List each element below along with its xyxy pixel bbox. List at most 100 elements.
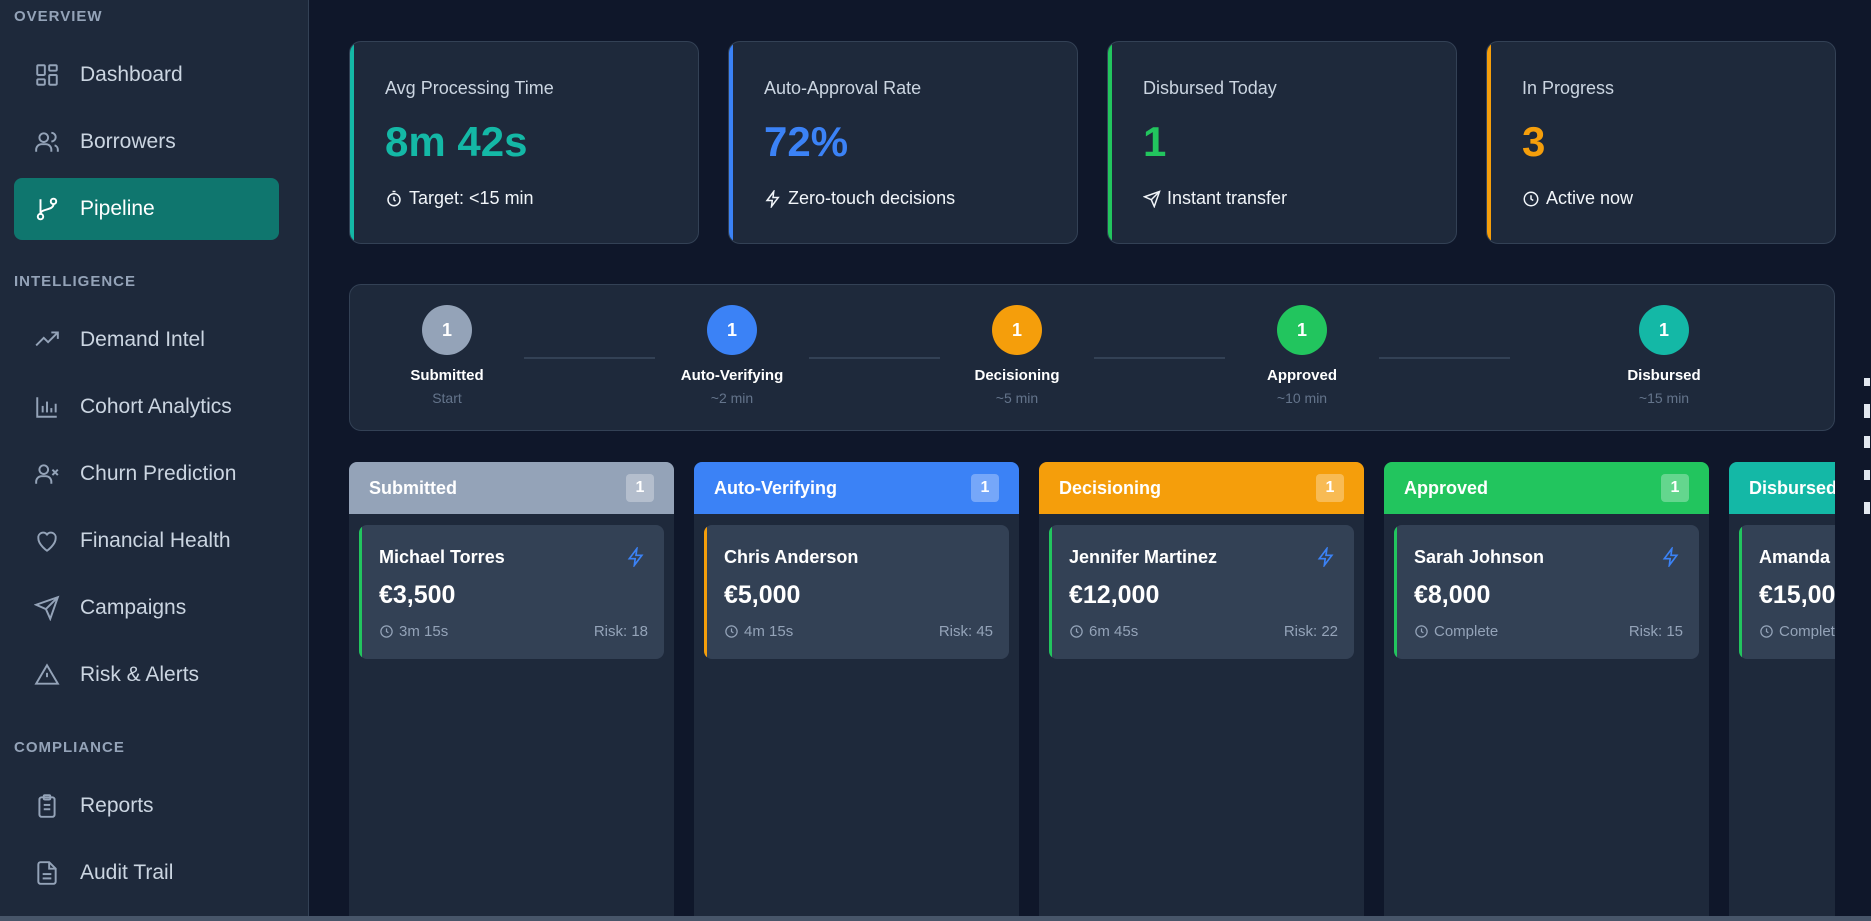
step-name: Decisioning — [974, 367, 1060, 384]
step-name: Disbursed — [1627, 367, 1701, 384]
elapsed-time-label: 4m 15s — [744, 623, 794, 640]
stat-card-auto-approval: Auto-Approval Rate 72% Zero-touch decisi… — [728, 41, 1078, 244]
sidebar-item-label: Demand Intel — [80, 328, 205, 351]
column-title: Submitted — [369, 477, 457, 498]
column-title: Disbursed — [1749, 477, 1835, 498]
stat-value: 8m 42s — [385, 118, 528, 165]
card-accent — [350, 42, 354, 243]
step-time: ~15 min — [1638, 390, 1690, 406]
loan-amount: €15,00 — [1759, 581, 1835, 609]
sidebar-item-label: Pipeline — [80, 197, 155, 220]
step-name: Approved — [1266, 367, 1337, 384]
sidebar-item-risk-alerts[interactable]: Risk & Alerts — [14, 644, 279, 706]
stat-label: In Progress — [1522, 78, 1615, 98]
stat-subtext: Target: <15 min — [385, 188, 534, 209]
elapsed-time: 6m 45s — [1069, 623, 1138, 640]
loan-amount: €3,500 — [379, 581, 456, 609]
elapsed-time-label: Complete — [1434, 623, 1499, 640]
clock-icon — [1414, 624, 1429, 639]
step-auto-verifying: 1 Auto-Verifying ~2 min — [662, 305, 802, 406]
sidebar-item-label: Reports — [80, 794, 154, 817]
elapsed-time-label: Complet — [1779, 623, 1835, 640]
clock-icon — [1069, 624, 1084, 639]
user-x-icon — [34, 461, 60, 487]
step-name: Auto-Verifying — [680, 367, 784, 384]
edge-mark — [1864, 436, 1870, 448]
zap-icon — [1661, 547, 1681, 567]
heart-icon — [34, 528, 60, 554]
clock-icon — [1759, 624, 1774, 639]
step-count-badge: 1 — [422, 305, 472, 355]
window-bottom-border — [0, 916, 1871, 921]
step-disbursed: 1 Disbursed ~15 min — [1594, 305, 1734, 406]
step-connector — [809, 357, 940, 359]
sidebar-item-borrowers[interactable]: Borrowers — [14, 111, 279, 173]
stat-label: Disbursed Today — [1143, 78, 1277, 98]
card-accent — [1487, 42, 1491, 243]
sidebar-item-cohort-analytics[interactable]: Cohort Analytics — [14, 376, 279, 438]
clipboard-icon — [34, 793, 60, 819]
step-submitted: 1 Submitted Start — [377, 305, 517, 406]
clock-icon — [724, 624, 739, 639]
trending-up-icon — [34, 327, 60, 353]
loan-card[interactable]: Michael Torres €3,500 3m 15s Risk: 18 — [359, 525, 664, 659]
elapsed-time: Complet — [1759, 623, 1835, 640]
clock-icon — [1522, 190, 1540, 208]
elapsed-time-label: 6m 45s — [1089, 623, 1139, 640]
sidebar-item-financial-health[interactable]: Financial Health — [14, 510, 279, 572]
kanban-column-disbursed: Disbursed 1 Amanda €15,00 Complet — [1729, 462, 1835, 916]
sidebar-item-reports[interactable]: Reports — [14, 775, 279, 837]
step-name: Submitted — [410, 367, 484, 384]
risk-score: Risk: 18 — [593, 623, 648, 640]
column-header: Auto-Verifying 1 — [694, 462, 1019, 514]
step-connector — [524, 357, 655, 359]
loan-card[interactable]: Sarah Johnson €8,000 Complete Risk: 15 — [1394, 525, 1699, 659]
sidebar-item-churn-prediction[interactable]: Churn Prediction — [14, 443, 279, 505]
loan-amount: €5,000 — [724, 581, 801, 609]
stat-subtext: Instant transfer — [1143, 188, 1287, 209]
stat-subtext: Active now — [1522, 188, 1633, 209]
dashboard-icon — [34, 62, 60, 88]
card-status-bar — [1739, 525, 1742, 659]
elapsed-time: 4m 15s — [724, 623, 793, 640]
column-header: Disbursed 1 — [1729, 462, 1835, 514]
loan-card[interactable]: Jennifer Martinez €12,000 6m 45s Risk: 2… — [1049, 525, 1354, 659]
edge-mark — [1864, 378, 1870, 386]
loan-card[interactable]: Amanda €15,00 Complet — [1739, 525, 1835, 659]
stat-subtext-label: Instant transfer — [1167, 188, 1288, 208]
send-icon — [34, 595, 60, 621]
zap-icon — [764, 189, 782, 208]
edge-mark — [1864, 470, 1870, 480]
pipeline-stepper: 1 Submitted Start 1 Auto-Verifying ~2 mi… — [349, 284, 1835, 431]
sidebar-item-label: Audit Trail — [80, 861, 174, 884]
stat-subtext-label: Active now — [1546, 188, 1634, 208]
stat-subtext: Zero-touch decisions — [764, 188, 955, 209]
column-header: Approved 1 — [1384, 462, 1709, 514]
sidebar-item-audit-trail[interactable]: Audit Trail — [14, 842, 279, 904]
column-title: Auto-Verifying — [714, 477, 838, 498]
sidebar-item-dashboard[interactable]: Dashboard — [14, 44, 279, 106]
sidebar-item-label: Risk & Alerts — [80, 663, 200, 686]
sidebar-item-pipeline[interactable]: Pipeline — [14, 178, 279, 240]
card-status-bar — [704, 525, 707, 659]
elapsed-time: Complete — [1414, 623, 1498, 640]
column-header: Submitted 1 — [349, 462, 674, 514]
stat-subtext-label: Zero-touch decisions — [788, 188, 956, 208]
elapsed-time: 3m 15s — [379, 623, 448, 640]
alert-triangle-icon — [34, 662, 60, 688]
step-time: ~5 min — [995, 390, 1039, 406]
card-status-bar — [1049, 525, 1052, 659]
zap-icon — [1316, 547, 1336, 567]
sidebar-item-demand-intel[interactable]: Demand Intel — [14, 309, 279, 371]
kanban-column-submitted: Submitted 1 Michael Torres €3,500 3m 15s… — [349, 462, 674, 916]
stat-card-in-progress: In Progress 3 Active now — [1486, 41, 1836, 244]
section-label-intelligence: INTELLIGENCE — [14, 273, 137, 290]
step-count-badge: 1 — [992, 305, 1042, 355]
loan-card[interactable]: Chris Anderson €5,000 4m 15s Risk: 45 — [704, 525, 1009, 659]
sidebar-item-campaigns[interactable]: Campaigns — [14, 577, 279, 639]
stat-card-processing-time: Avg Processing Time 8m 42s Target: <15 m… — [349, 41, 699, 244]
step-count-badge: 1 — [1277, 305, 1327, 355]
step-count-badge: 1 — [1639, 305, 1689, 355]
stat-subtext-label: Target: <15 min — [409, 188, 534, 208]
step-decisioning: 1 Decisioning ~5 min — [947, 305, 1087, 406]
